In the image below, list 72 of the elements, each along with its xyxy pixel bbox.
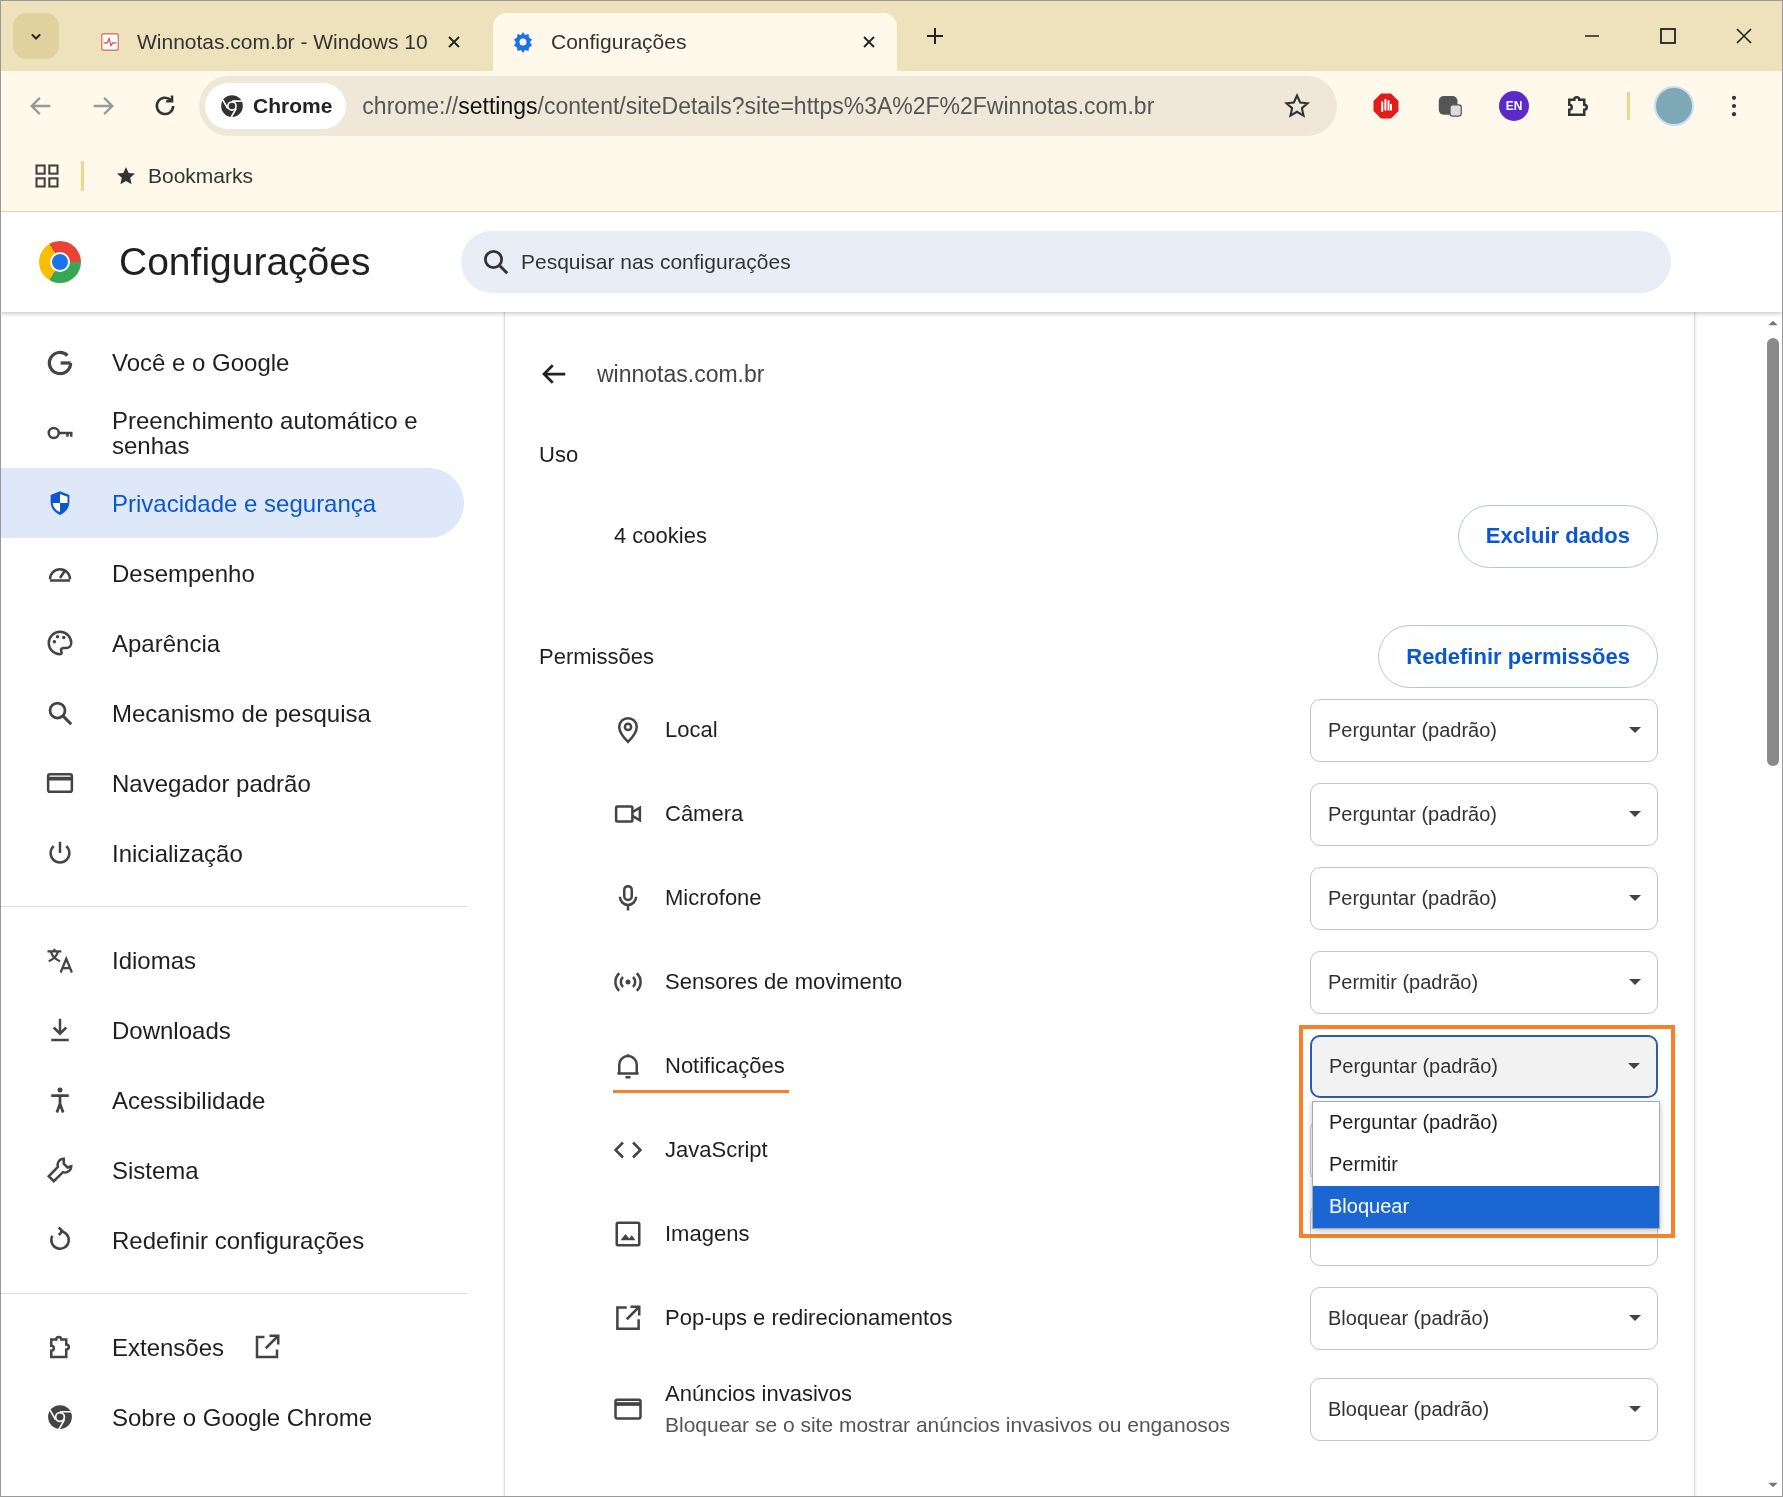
site-chip-label: Chrome <box>253 94 333 118</box>
sidebar-item[interactable]: Sistema <box>1 1135 464 1206</box>
address-bar[interactable]: Chrome chrome://settings/content/siteDetails?site=https%3A%2F%2Fwinnotas.com.br <box>199 76 1337 136</box>
gear-icon <box>511 30 535 54</box>
sidebar-item[interactable]: Downloads <box>1 995 464 1066</box>
permission-description: Bloquear se o site mostrar anúncios invasivos ou enganosos <box>665 1413 1230 1437</box>
permission-label: Pop-ups e redirecionamentos <box>665 1305 953 1331</box>
permission-dropdown[interactable]: Bloquear (padrão) <box>1310 1377 1658 1441</box>
search-icon <box>481 247 511 277</box>
stop-hand-icon[interactable] <box>1371 91 1401 121</box>
bookmarks-folder[interactable]: Bookmarks <box>108 163 260 189</box>
wrench-icon <box>45 1155 75 1186</box>
tab-title: Winnotas.com.br - Windows 10 <box>137 30 428 54</box>
site-favicon-icon <box>99 31 121 53</box>
language-extension-badge[interactable]: EN <box>1499 91 1529 121</box>
section-heading: Permissões <box>539 643 654 670</box>
google-g-icon <box>45 348 75 378</box>
permission-label: Microfone <box>665 885 762 911</box>
page-title: Configurações <box>119 240 372 284</box>
star-icon[interactable] <box>1283 92 1311 120</box>
dropdown-option[interactable]: Bloquear <box>1313 1185 1659 1228</box>
dropdown-caret-icon <box>1629 1315 1641 1321</box>
permission-dropdown[interactable]: Bloquear (padrão) <box>1310 1286 1658 1350</box>
delete-data-button[interactable]: Excluir dados <box>1457 504 1658 568</box>
external-link-icon <box>613 1303 643 1333</box>
sidebar-item[interactable]: Privacidade e segurança <box>1 468 464 539</box>
sidebar-item[interactable]: Preenchimento automático e senhas <box>1 398 464 469</box>
chrome-logo-icon <box>39 241 81 283</box>
site-name: winnotas.com.br <box>597 360 765 388</box>
sidebar-item[interactable]: Idiomas <box>1 925 464 996</box>
dropdown-caret-icon <box>1628 1063 1640 1069</box>
dropdown-option[interactable]: Permitir <box>1313 1143 1659 1186</box>
dropdown-caret-icon <box>1629 727 1641 733</box>
permission-dropdown[interactable]: Perguntar (padrão) <box>1310 782 1658 846</box>
tab-title: Configurações <box>551 30 688 54</box>
permission-dropdown[interactable]: Perguntar (padrão) <box>1310 698 1658 762</box>
permission-dropdown[interactable]: Permitir (padrão) <box>1310 950 1658 1014</box>
cookie-count: 4 cookies <box>614 523 707 549</box>
chrome-logo-icon <box>219 93 245 119</box>
scrollbar-thumb[interactable] <box>1767 338 1779 766</box>
sidebar-item[interactable]: Inicialização <box>1 818 464 889</box>
image-icon <box>613 1219 643 1249</box>
reset-permissions-button[interactable]: Redefinir permissões <box>1378 625 1658 688</box>
dropdown-caret-icon <box>1629 979 1641 985</box>
browser-tab[interactable]: Configurações <box>493 13 897 71</box>
apps-grid-icon[interactable] <box>33 162 61 190</box>
sidebar-item[interactable]: Você e o Google <box>1 328 464 398</box>
sidebar-item[interactable]: Extensões <box>1 1312 464 1383</box>
sidebar-item[interactable]: Navegador padrão <box>1 748 464 819</box>
permission-label: Imagens <box>665 1221 750 1247</box>
section-heading: Uso <box>539 442 580 468</box>
dropdown-caret-icon <box>1629 895 1641 901</box>
sidebar-item[interactable]: Aparência <box>1 608 464 679</box>
url-text: chrome://settings/content/siteDetails?site=https%3A%2F%2Fwinnotas.com.br <box>362 92 1155 120</box>
search-field[interactable]: Pesquisar nas configurações <box>461 231 1671 293</box>
sidebar-item[interactable]: Redefinir configurações <box>1 1205 464 1276</box>
permission-label: Câmera <box>665 801 744 827</box>
sidebar-item[interactable]: Sobre o Google Chrome <box>1 1382 464 1453</box>
sidebar-item[interactable]: Mecanismo de pesquisa <box>1 678 464 749</box>
permission-label: Sensores de movimento <box>665 969 903 995</box>
permission-dropdown[interactable]: Perguntar (padrão) <box>1310 1034 1658 1098</box>
dropdown-option[interactable]: Perguntar (padrão) <box>1313 1101 1659 1144</box>
permission-label: Local <box>665 717 718 743</box>
sidebar-item[interactable]: Acessibilidade <box>1 1065 464 1136</box>
dropdown-caret-icon <box>1629 811 1641 817</box>
permission-label: Anúncios invasivos <box>665 1381 854 1407</box>
dropdown-caret-icon <box>1629 1406 1641 1412</box>
permission-label: JavaScript <box>665 1137 768 1163</box>
permission-dropdown[interactable]: Perguntar (padrão) <box>1310 866 1658 930</box>
browser-tab[interactable]: Winnotas.com.br - Windows 10 <box>81 13 471 71</box>
sidebar-item[interactable]: Desempenho <box>1 538 464 609</box>
permission-label: Notificações <box>665 1053 785 1079</box>
